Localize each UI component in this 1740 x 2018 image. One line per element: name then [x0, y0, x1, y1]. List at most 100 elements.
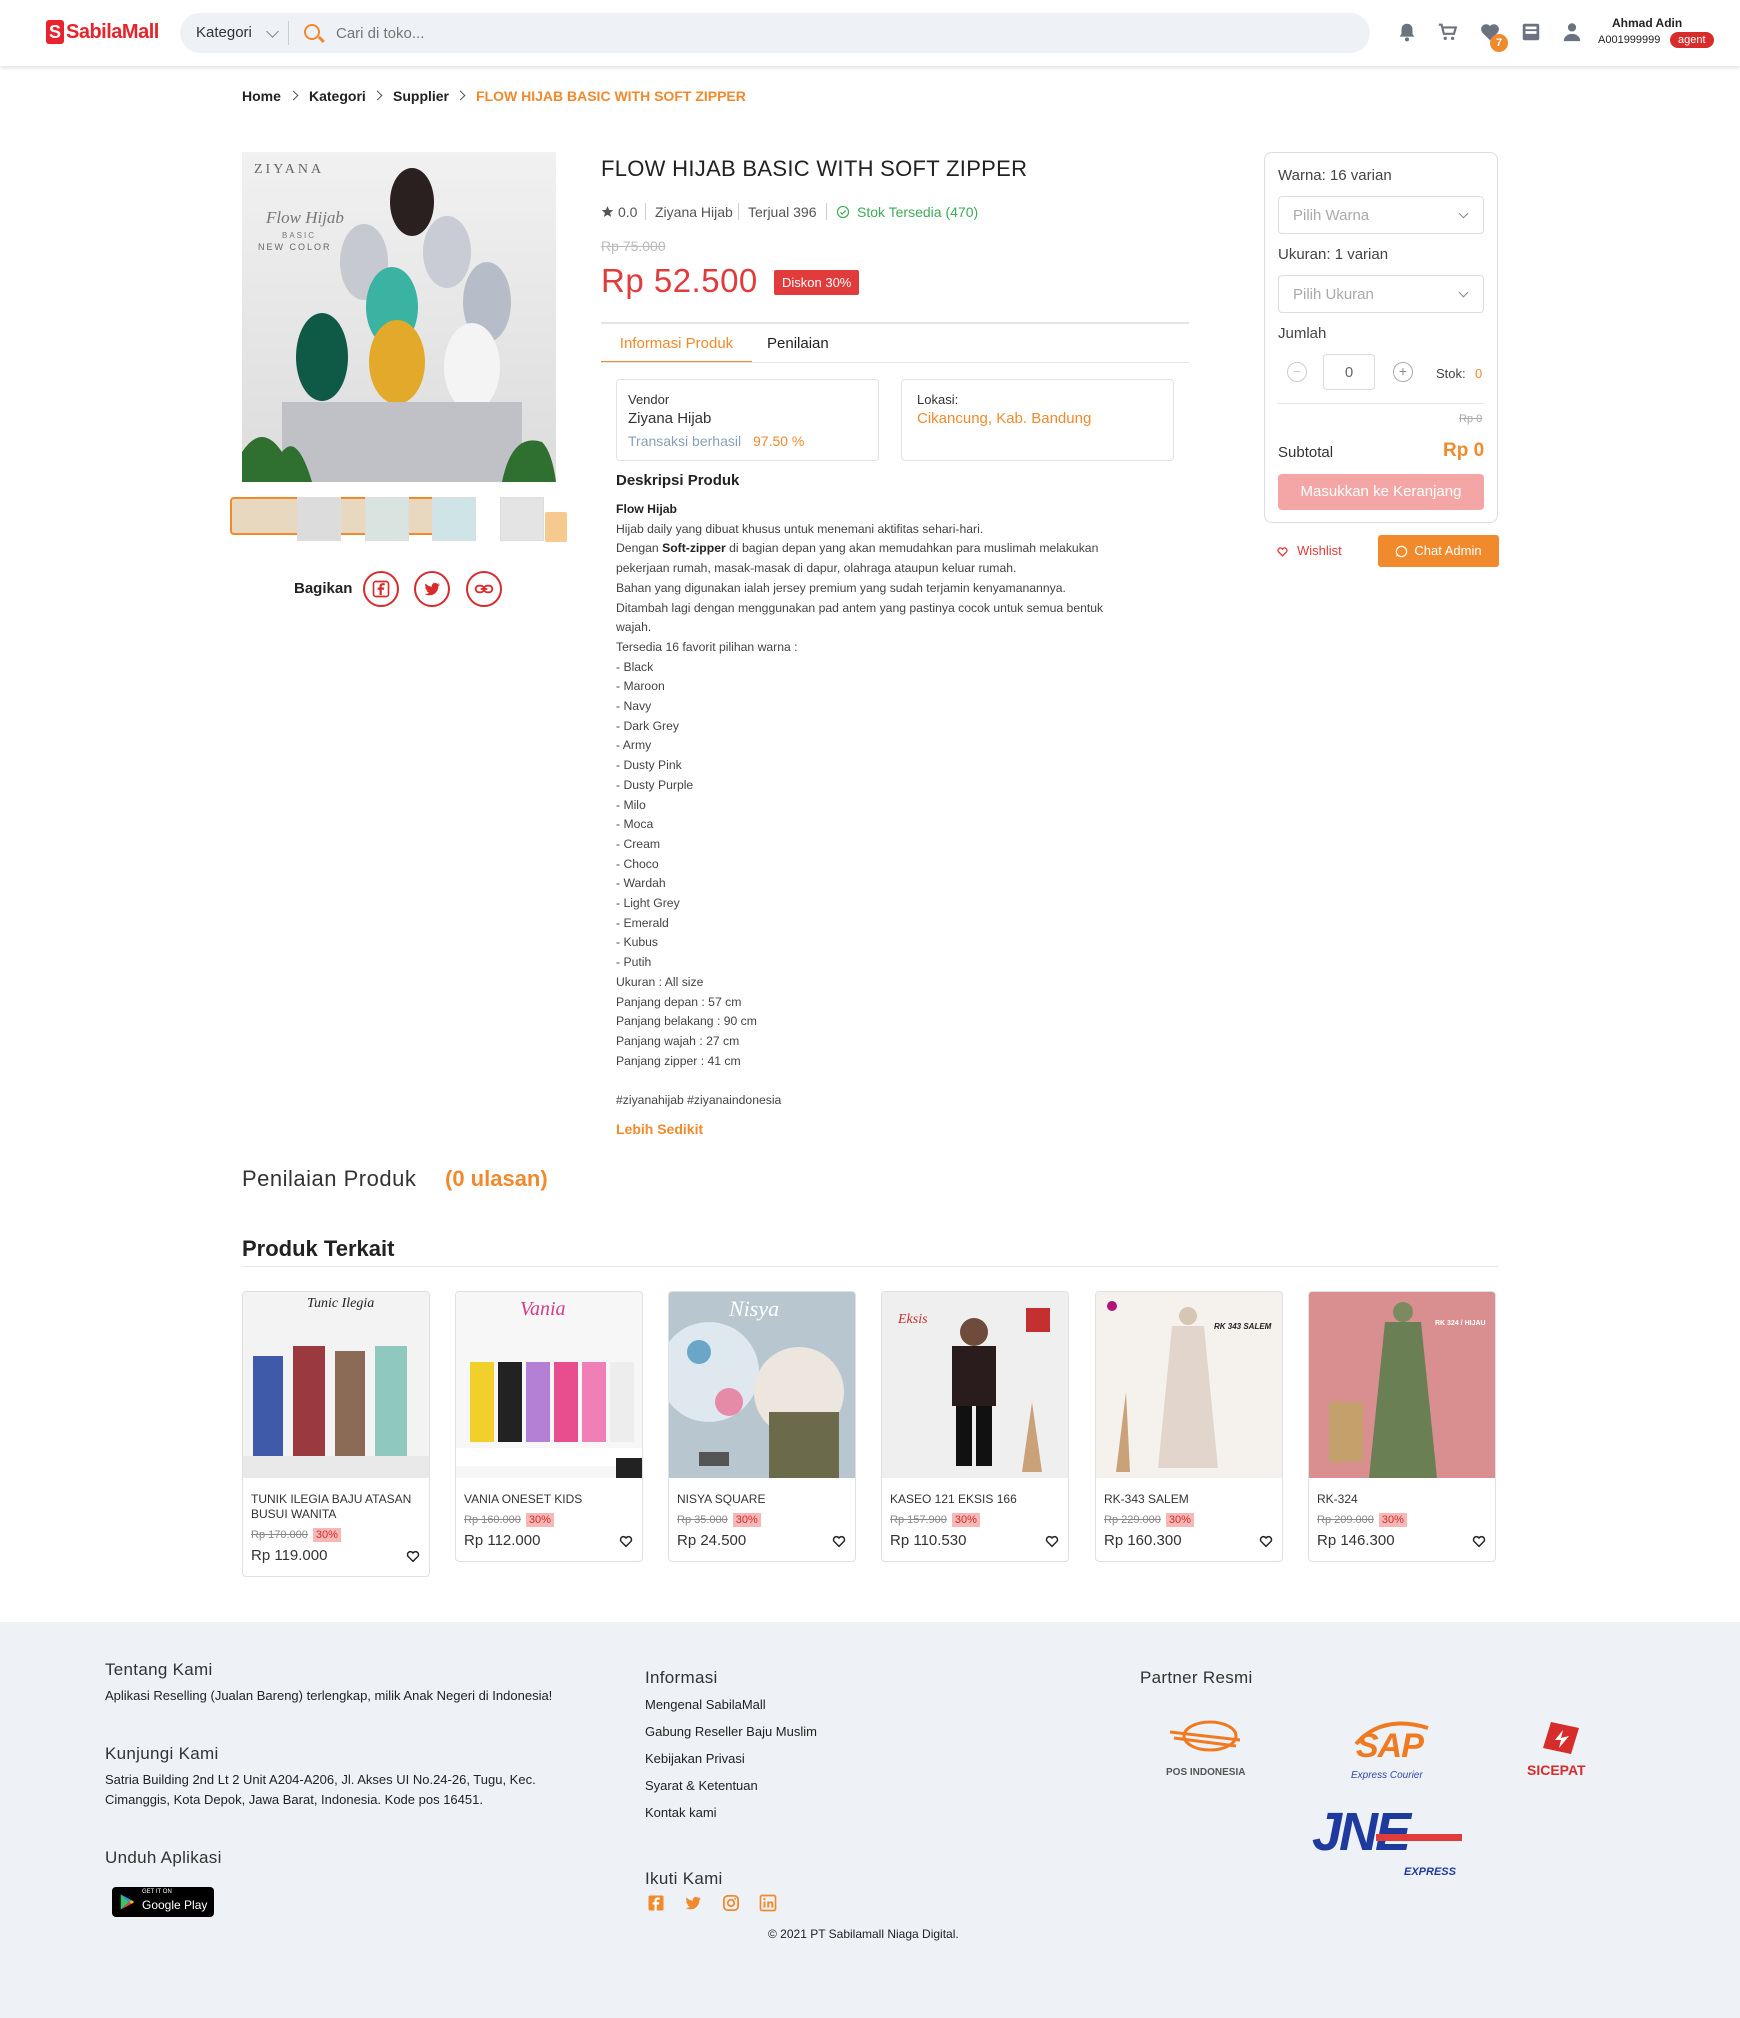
divider [288, 21, 289, 45]
check-circle-icon [836, 205, 850, 219]
product-card-price: Rp 119.000 [251, 1547, 328, 1564]
inbox-icon[interactable] [1520, 21, 1542, 43]
quantity-plus-button[interactable]: + [1393, 362, 1413, 382]
google-play-button[interactable]: GET IT ON Google Play [112, 1887, 214, 1917]
product-card-image: Tunic Ilegia [243, 1292, 429, 1478]
linkedin-icon[interactable] [759, 1894, 777, 1912]
add-to-cart-button[interactable]: Masukkan ke Keranjang [1278, 474, 1484, 510]
seller-name[interactable]: Ziyana Hijab [655, 204, 733, 220]
sap-logo: SAP [1356, 1727, 1424, 1765]
location-card: Lokasi: Cikancung, Kab. Bandung [901, 379, 1174, 461]
sabilamall-logo[interactable]: S SabilaMall [46, 18, 159, 46]
heart-outline-icon[interactable] [1471, 1533, 1487, 1549]
quantity-minus-button[interactable]: − [1287, 362, 1307, 382]
product-card[interactable]: Nisya NISYA SQUARE Rp 35.000 30% Rp 24.50… [668, 1291, 856, 1562]
product-card[interactable]: Vania VANIA ONESET KIDS Rp 160.000 30% Rp… [455, 1291, 643, 1562]
footer-link-terms[interactable]: Syarat & Ketentuan [645, 1778, 758, 1793]
product-card-image: Nisya [669, 1292, 855, 1478]
thumbnail-4[interactable] [432, 497, 476, 541]
heart-outline-icon[interactable] [1258, 1533, 1274, 1549]
whatsapp-icon [1396, 545, 1408, 558]
chevron-right-icon [372, 90, 383, 101]
role-badge: agent [1670, 32, 1714, 48]
download-heading: Unduh Aplikasi [105, 1848, 222, 1867]
chat-admin-button[interactable]: Chat Admin [1378, 535, 1499, 567]
quantity-label: Jumlah [1278, 325, 1327, 342]
product-card-old-price: Rp 229.000 [1104, 1514, 1161, 1526]
footer-link-contact[interactable]: Kontak kami [645, 1805, 717, 1820]
product-card[interactable]: RK 324 / HIJAU RK-324 Rp 209.000 30% Rp 1… [1308, 1291, 1496, 1562]
product-card-photo [243, 1346, 429, 1478]
subtotal-original: Rp 0 [1459, 413, 1483, 425]
facebook-icon [372, 580, 390, 598]
product-card-photo [456, 1362, 642, 1478]
color-select-placeholder: Pilih Warna [1293, 207, 1370, 224]
description-heading: Deskripsi Produk [616, 472, 740, 489]
tab-informasi-produk[interactable]: Informasi Produk [601, 325, 752, 363]
footer-link-about[interactable]: Mengenal SabilaMall [645, 1697, 766, 1712]
address-text: Satria Building 2nd Lt 2 Unit A204-A206,… [105, 1772, 536, 1807]
thumbnail-3[interactable] [365, 497, 409, 541]
sicepat-logo-mark [1543, 1722, 1579, 1754]
share-label: Bagikan [294, 580, 353, 597]
product-card-old-price: Rp 209.000 [1317, 1514, 1374, 1526]
footer-link-reseller[interactable]: Gabung Reseller Baju Muslim [645, 1724, 817, 1739]
thumbnail-2[interactable] [297, 497, 341, 541]
cart-icon[interactable] [1437, 21, 1459, 43]
tab-penilaian[interactable]: Penilaian [767, 325, 829, 363]
product-card[interactable]: RK 343 SALEM RK-343 SALEM Rp 229.000 30% … [1095, 1291, 1283, 1562]
bell-icon[interactable] [1396, 21, 1418, 43]
footer-link-privacy[interactable]: Kebijakan Privasi [645, 1751, 745, 1766]
product-card-price: Rp 110.530 [890, 1532, 967, 1549]
chevron-down-icon [1458, 208, 1469, 219]
partner-heading: Partner Resmi [1140, 1668, 1253, 1687]
breadcrumb-home[interactable]: Home [242, 88, 281, 104]
wishlist-button[interactable]: Wishlist [1297, 543, 1342, 558]
logo-text: SabilaMall [66, 20, 159, 43]
category-dropdown[interactable]: Kategori [196, 13, 252, 53]
description-line-2-bold: Soft-zipper [662, 541, 726, 556]
heart-outline-icon[interactable] [1044, 1533, 1060, 1549]
breadcrumb-kategori[interactable]: Kategori [309, 88, 366, 104]
vendor-name[interactable]: Ziyana Hijab [628, 410, 711, 427]
product-card-image-title: Tunic Ilegia [307, 1296, 375, 1311]
search-input[interactable] [336, 13, 1236, 53]
breadcrumb-supplier[interactable]: Supplier [393, 88, 449, 104]
instagram-icon[interactable] [722, 1894, 740, 1912]
divider [826, 203, 827, 220]
search-bar: Kategori [180, 13, 1370, 53]
show-less-link[interactable]: Lebih Sedikit [616, 1121, 703, 1137]
copy-link-button[interactable] [466, 571, 502, 607]
chevron-right-icon[interactable] [545, 512, 567, 542]
product-card-photo [1107, 1301, 1218, 1472]
user-name[interactable]: Ahmad Adin [1612, 16, 1682, 30]
product-card[interactable]: Tunic Ilegia TUNIK ILEGIA BAJU ATASAN BU… [242, 1291, 430, 1577]
heart-outline-icon[interactable] [618, 1533, 634, 1549]
divider [645, 203, 646, 220]
product-card[interactable]: Eksis KASEO 121 EKSIS 166 Rp 157.900 30% … [881, 1291, 1069, 1562]
quantity-input[interactable]: 0 [1323, 354, 1375, 390]
product-card-image-title: Nisya [729, 1296, 780, 1321]
heart-outline-icon[interactable] [831, 1533, 847, 1549]
chevron-down-icon [266, 25, 279, 38]
facebook-icon[interactable] [647, 1894, 665, 1912]
color-select[interactable]: Pilih Warna [1278, 196, 1484, 234]
user-id: A001999999 [1598, 34, 1661, 46]
product-main-image[interactable]: ZIYANA Flow Hijab BASIC NEW COLOR [242, 152, 556, 482]
twitter-icon[interactable] [684, 1894, 702, 1912]
product-card-old-price: Rp 157.900 [890, 1514, 947, 1526]
user-icon[interactable] [1561, 21, 1583, 43]
breadcrumb-current: FLOW HIJAB BASIC WITH SOFT ZIPPER [476, 88, 746, 104]
product-card-price: Rp 160.300 [1104, 1532, 1182, 1549]
size-select[interactable]: Pilih Ukuran [1278, 275, 1484, 313]
heart-outline-icon[interactable] [405, 1548, 421, 1564]
product-card-image: Eksis [882, 1292, 1068, 1478]
facebook-share-button[interactable] [363, 571, 399, 607]
twitter-share-button[interactable] [414, 571, 450, 607]
search-icon[interactable] [304, 24, 320, 40]
chevron-right-icon [455, 90, 466, 101]
pos-indonesia-label: POS INDONESIA [1166, 1767, 1246, 1778]
thumbnail-5[interactable] [500, 497, 544, 541]
description-line-2-pre: Dengan [616, 541, 663, 556]
product-price: Rp 52.500 [601, 262, 758, 299]
